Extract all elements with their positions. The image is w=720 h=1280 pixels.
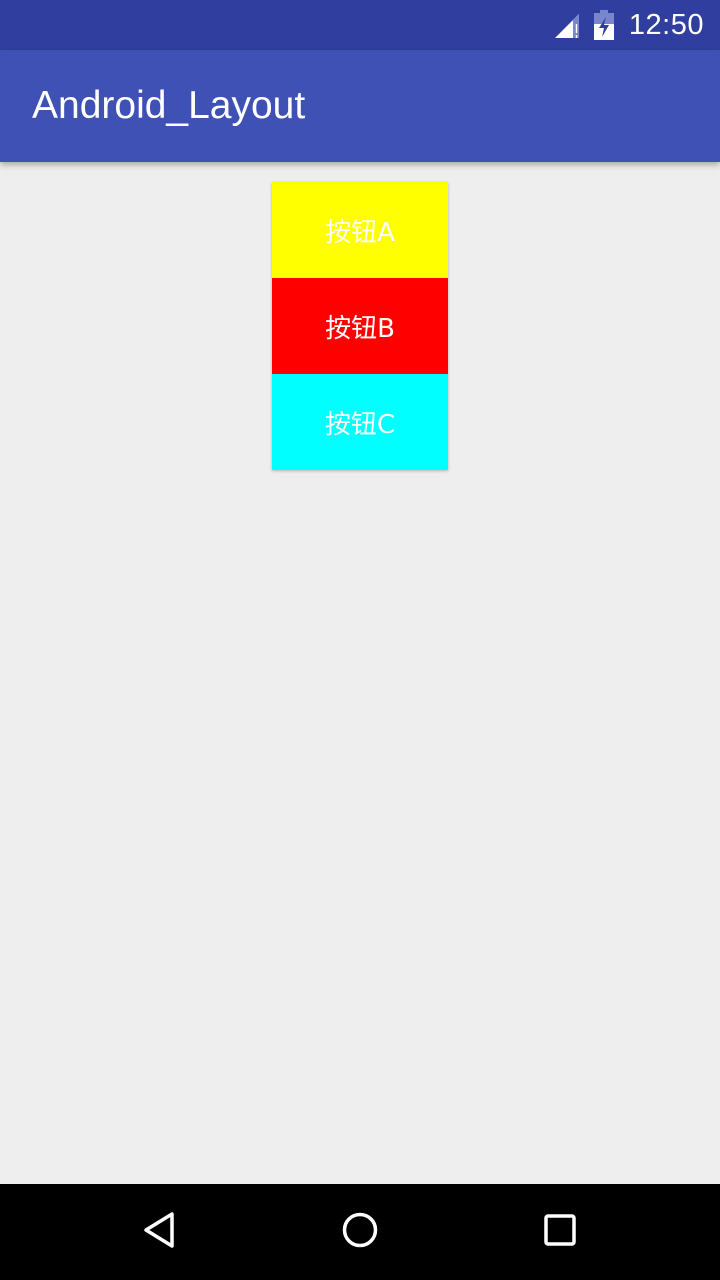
- home-icon: [340, 1210, 380, 1254]
- button-b[interactable]: 按钮B: [272, 278, 448, 374]
- back-button[interactable]: [112, 1184, 208, 1280]
- button-a[interactable]: 按钮A: [272, 182, 448, 278]
- navigation-bar: [0, 1184, 720, 1280]
- button-stack: 按钮A 按钮B 按钮C: [272, 182, 448, 470]
- home-button[interactable]: [312, 1184, 408, 1280]
- app-bar: Android_Layout: [0, 50, 720, 162]
- status-bar: 12:50: [0, 0, 720, 50]
- battery-icon: [593, 10, 615, 40]
- phone-screen: 12:50 Android_Layout 按钮A 按钮B 按钮C: [0, 0, 720, 1280]
- main-content: 按钮A 按钮B 按钮C: [0, 162, 720, 1184]
- button-c[interactable]: 按钮C: [272, 374, 448, 470]
- signal-icon: [553, 10, 583, 40]
- status-time: 12:50: [628, 8, 704, 41]
- recents-icon: [540, 1210, 580, 1254]
- recents-button[interactable]: [512, 1184, 608, 1280]
- back-icon: [140, 1210, 180, 1254]
- app-title: Android_Layout: [32, 84, 306, 127]
- status-icons: 12:50: [553, 0, 704, 50]
